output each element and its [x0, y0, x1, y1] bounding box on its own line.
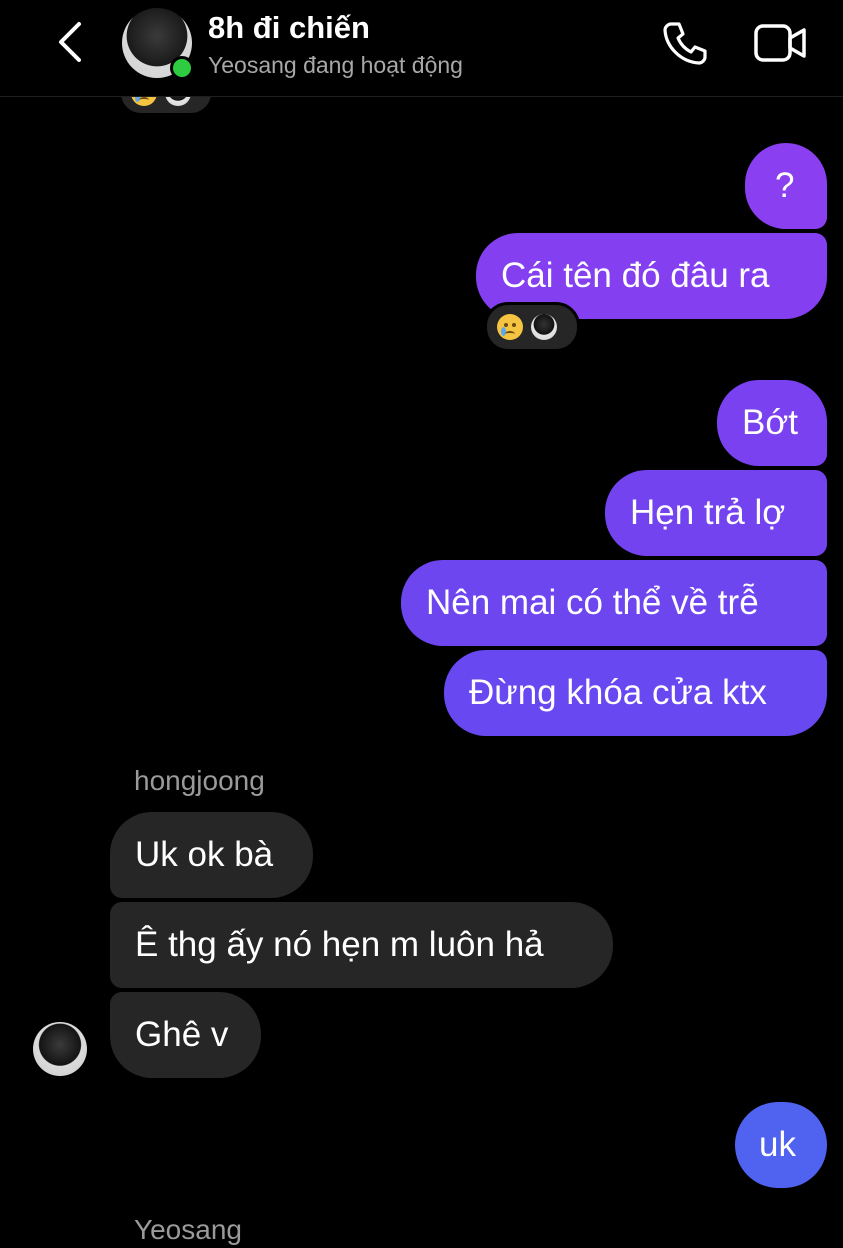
message-text: ?: [775, 166, 795, 205]
incoming-message[interactable]: Ê thg ấy nó hẹn m luôn hả: [110, 902, 613, 988]
message-text: Bớt: [742, 403, 799, 442]
outgoing-message[interactable]: Hẹn trả lợ: [605, 470, 827, 556]
outgoing-message[interactable]: Nên mai có thể về trễ: [401, 560, 827, 646]
message-text: uk: [759, 1125, 796, 1164]
chat-avatar[interactable]: [122, 8, 194, 80]
outgoing-message[interactable]: Bớt: [717, 380, 827, 466]
sender-name: hongjoong: [134, 765, 265, 796]
phone-icon: [663, 22, 707, 65]
message-text: Uk ok bà: [135, 835, 274, 874]
outgoing-message[interactable]: ?: [745, 143, 827, 229]
incoming-message[interactable]: Ghê v: [110, 992, 261, 1078]
message-text: Cái tên đó đâu ra: [501, 256, 770, 295]
message-reactions[interactable]: [484, 302, 580, 352]
message-text: Hẹn trả lợ: [630, 493, 786, 532]
user-avatar-icon: [531, 314, 557, 340]
crying-face-icon: [497, 314, 523, 340]
incoming-message[interactable]: Uk ok bà: [110, 812, 313, 898]
video-camera-icon: [754, 24, 806, 62]
message-text: Đừng khóa cửa ktx: [469, 673, 767, 712]
back-button[interactable]: [50, 18, 90, 66]
online-status-dot: [170, 56, 194, 80]
sender-name: Yeosang: [134, 1214, 242, 1245]
chat-activity-status: Yeosang đang hoạt động: [208, 52, 463, 78]
chat-header: 8h đi chiến Yeosang đang hoạt động: [0, 0, 843, 97]
message-text: Nên mai có thể về trễ: [426, 583, 759, 622]
chat-title[interactable]: 8h đi chiến: [208, 8, 370, 48]
sender-avatar[interactable]: [33, 1022, 87, 1076]
outgoing-message[interactable]: Đừng khóa cửa ktx: [444, 650, 827, 736]
video-call-button[interactable]: [750, 18, 810, 68]
message-text: Ghê v: [135, 1015, 229, 1054]
voice-call-button[interactable]: [656, 18, 712, 68]
message-text: Ê thg ấy nó hẹn m luôn hả: [135, 925, 544, 964]
outgoing-message[interactable]: uk: [735, 1102, 827, 1188]
chevron-left-icon: [59, 22, 81, 62]
